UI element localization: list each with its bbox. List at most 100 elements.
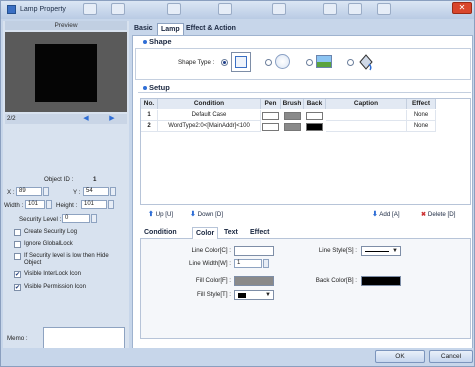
create-security-log-label: Create Security Log	[24, 229, 78, 235]
ignore-globallock-checkbox[interactable]	[14, 241, 21, 248]
circle-shape-icon[interactable]	[275, 54, 290, 69]
visible-permission-icon-checkbox[interactable]: ✔	[14, 284, 21, 291]
tab-basic[interactable]: Basic	[134, 23, 153, 35]
row-condition: Default Case	[158, 110, 261, 121]
height-input[interactable]: 101	[81, 200, 107, 209]
y-label: Y :	[73, 189, 81, 196]
hide-object-checkbox[interactable]	[14, 253, 21, 260]
up-button[interactable]: ⬆ Up [U]	[148, 209, 173, 221]
color-panel: Line Color[C] : Line Width[W] : 1 Line S…	[140, 239, 471, 339]
line-style-label: Line Style[S] :	[318, 247, 357, 254]
chevron-down-icon: ▼	[392, 248, 398, 254]
setup-bullet-icon	[143, 86, 147, 90]
add-button[interactable]: ⬇ Add [A]	[372, 209, 400, 221]
row-caption	[326, 110, 407, 121]
fill-style-label: Fill Style[T] :	[196, 291, 231, 298]
subtab-text[interactable]: Text	[224, 227, 238, 239]
image-shape-icon[interactable]	[316, 55, 332, 68]
create-security-log-checkbox[interactable]	[14, 229, 21, 236]
toolbar-button[interactable]	[377, 3, 391, 15]
add-icon: ⬇	[372, 211, 378, 218]
back-color-label: Back Color[B] :	[315, 277, 357, 284]
subtab-condition[interactable]: Condition	[144, 227, 177, 239]
toolbar-button[interactable]	[218, 3, 232, 15]
next-page-icon[interactable]: ▶	[105, 115, 119, 123]
left-panel: Preview 2/2 ◀ ▶ Object ID : 1 X : 89 Y :…	[3, 21, 129, 365]
setup-section-title: Setup	[149, 83, 170, 92]
x-spinner[interactable]	[43, 187, 49, 196]
shape-rectangle-radio[interactable]	[221, 59, 228, 66]
subtab-effect[interactable]: Effect	[250, 227, 269, 239]
hide-object-label: If Security level is low then Hide Objec…	[24, 253, 109, 266]
lamp-tab-content: Shape Shape Type : Setup No. Condition P…	[132, 35, 473, 365]
setup-divider	[138, 92, 471, 93]
brush-swatch	[284, 123, 301, 131]
prev-page-icon[interactable]: ◀	[79, 115, 93, 123]
height-spinner[interactable]	[108, 200, 114, 209]
toolbar-button[interactable]	[167, 3, 181, 15]
sub-tabs: Condition Color Text Effect	[140, 225, 471, 239]
row-no: 1	[141, 110, 158, 121]
line-style-combo[interactable]: ▼	[361, 246, 401, 256]
toolbar-button[interactable]	[83, 3, 97, 15]
shape-custom-radio[interactable]	[347, 59, 354, 66]
ok-button[interactable]: OK	[375, 350, 425, 363]
close-button[interactable]: ✕	[452, 2, 472, 14]
row-effect: None	[407, 121, 436, 132]
back-color-picker[interactable]	[361, 276, 401, 286]
shape-image-radio[interactable]	[306, 59, 313, 66]
chevron-down-icon: ▼	[265, 292, 271, 298]
toolbar-button[interactable]	[348, 3, 362, 15]
visible-interlock-icon-label: Visible InterLock Icon	[24, 271, 81, 277]
preview-label: Preview	[5, 21, 127, 30]
height-label: Height :	[56, 202, 78, 209]
width-label: Width :	[4, 202, 24, 209]
object-id-label: Object ID :	[44, 176, 74, 183]
visible-interlock-icon-checkbox[interactable]: ✔	[14, 271, 21, 278]
width-input[interactable]: 101	[25, 200, 45, 209]
security-level-spinner[interactable]	[91, 214, 97, 223]
fill-style-combo[interactable]: ▼	[234, 290, 274, 300]
line-width-spinner[interactable]	[263, 259, 269, 268]
condition-grid: No. Condition Pen Brush Back Caption Eff…	[140, 98, 471, 205]
subtab-color[interactable]: Color	[192, 227, 219, 239]
brush-swatch	[284, 112, 301, 120]
lamp-property-window: Lamp Property ✕ Preview 2/2 ◀ ▶ Object I…	[0, 0, 475, 367]
object-id-value: 1	[93, 176, 97, 183]
line-width-input[interactable]: 1	[234, 259, 262, 268]
toolbar-button[interactable]	[272, 3, 286, 15]
width-spinner[interactable]	[46, 200, 52, 209]
toolbar-button[interactable]	[323, 3, 337, 15]
column-header: Condition	[158, 99, 261, 109]
tab-lamp[interactable]: Lamp	[157, 23, 184, 35]
shape-box: Shape Type :	[135, 48, 471, 80]
column-header: Brush	[281, 99, 304, 109]
tab-effect-action[interactable]: Effect & Action	[186, 23, 236, 35]
cancel-button[interactable]: Cancel	[429, 350, 473, 363]
rectangle-shape-icon[interactable]	[231, 52, 251, 72]
shape-circle-radio[interactable]	[265, 59, 272, 66]
column-header: Caption	[326, 99, 407, 109]
toolbar-button[interactable]	[111, 3, 125, 15]
delete-button[interactable]: ✖ Delete [D]	[421, 209, 455, 221]
line-color-label: Line Color[C] :	[191, 247, 231, 254]
up-arrow-icon: ⬆	[148, 211, 154, 218]
x-label: X :	[7, 189, 15, 196]
row-no: 2	[141, 121, 158, 132]
line-color-picker[interactable]	[234, 246, 274, 256]
preview-nav: 2/2 ◀ ▶	[5, 114, 127, 124]
window-title: Lamp Property	[20, 6, 66, 13]
row-caption	[326, 121, 407, 132]
fill-color-picker[interactable]	[234, 276, 274, 286]
x-input[interactable]: 89	[16, 187, 42, 196]
down-button[interactable]: ⬇ Down [D]	[190, 209, 223, 221]
back-swatch	[306, 123, 323, 131]
paint-bucket-icon[interactable]	[357, 52, 375, 72]
title-bar[interactable]: Lamp Property ✕	[1, 1, 474, 19]
y-spinner[interactable]	[110, 187, 116, 196]
y-input[interactable]: 54	[83, 187, 109, 196]
column-header: No.	[141, 99, 158, 109]
security-level-input[interactable]: 0	[62, 214, 90, 223]
pen-swatch	[262, 112, 279, 120]
row-effect: None	[407, 110, 436, 121]
